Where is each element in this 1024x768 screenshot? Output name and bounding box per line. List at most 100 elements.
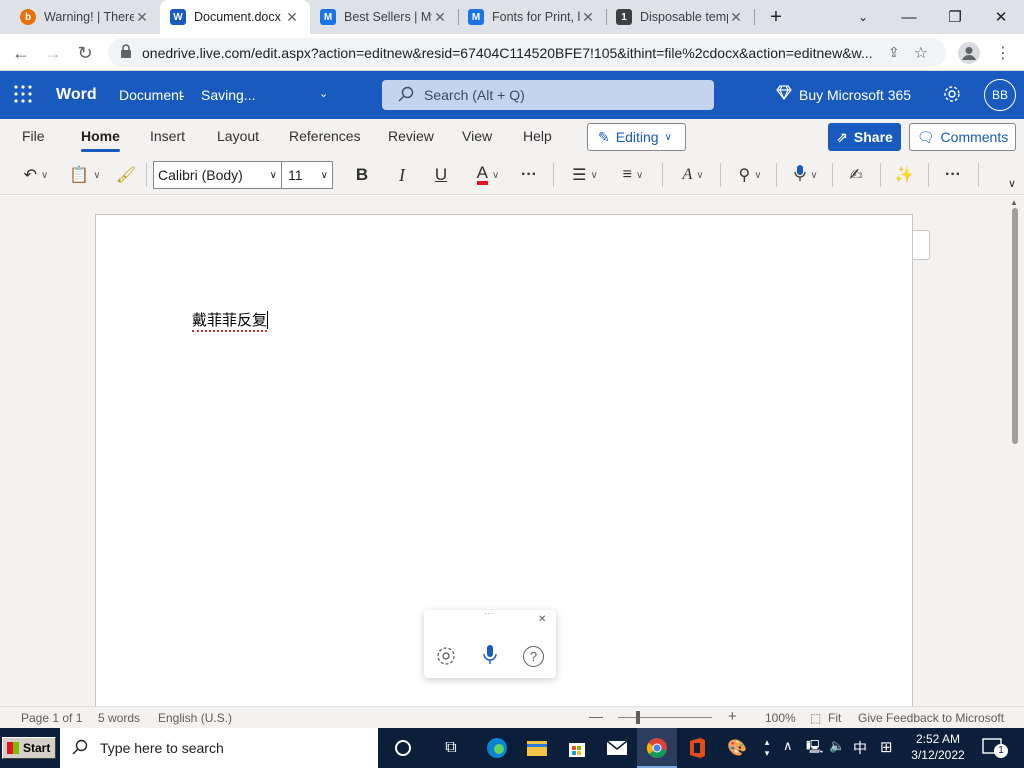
tab-file[interactable]: File [22, 128, 45, 144]
settings-gear-icon[interactable] [943, 85, 961, 106]
dictation-microphone-icon[interactable] [483, 644, 497, 669]
tab-home[interactable]: Home [81, 128, 120, 144]
show-hidden-icons-chevron-icon[interactable]: ∧ [783, 738, 793, 754]
minimize-button[interactable]: — [886, 0, 932, 34]
tab-close-icon[interactable]: ✕ [284, 9, 300, 26]
tab-layout[interactable]: Layout [217, 128, 259, 144]
more-commands-button[interactable]: ··· [940, 161, 966, 189]
title-chevron-down-icon[interactable]: ⌄ [319, 87, 328, 100]
clock[interactable]: 2:52 AM 3/12/2022 [905, 731, 971, 763]
drag-handle-icon[interactable]: ··· [484, 608, 494, 619]
tab-close-icon[interactable]: ✕ [728, 9, 744, 26]
ribbon-collapse-chevron-icon[interactable]: ∨ [1004, 169, 1020, 197]
zoom-out-button[interactable]: — [589, 708, 603, 724]
tab-close-icon[interactable]: ✕ [580, 9, 596, 26]
language-indicator[interactable]: English (U.S.) [158, 711, 232, 725]
paint-palette-icon[interactable]: 🎨 [725, 736, 749, 760]
tab-help[interactable]: Help [523, 128, 552, 144]
share-button[interactable]: ⇗ Share [828, 123, 901, 151]
volume-icon[interactable]: 🔈 [829, 738, 845, 754]
buy-microsoft-365-button[interactable]: Buy Microsoft 365 [799, 87, 911, 103]
format-painter-button[interactable]: 🖌 [114, 161, 138, 189]
fit-button[interactable]: Fit [828, 711, 841, 725]
word-count[interactable]: 5 words [98, 711, 140, 725]
help-question-icon[interactable]: ? [523, 646, 544, 667]
start-button[interactable]: Start [2, 737, 56, 759]
lock-icon[interactable] [120, 44, 132, 61]
office-icon[interactable] [685, 736, 709, 760]
ime-indicator[interactable]: 中 [853, 738, 867, 758]
new-tab-button[interactable]: + [758, 0, 794, 34]
comments-button[interactable]: 🗨 Comments [909, 123, 1016, 151]
close-window-button[interactable]: ✕ [978, 0, 1024, 34]
editing-mode-button[interactable]: ✎ Editing ∨ [587, 123, 686, 151]
scrollbar-thumb[interactable] [1012, 208, 1018, 444]
bold-button[interactable]: B [350, 161, 374, 189]
chrome-browser-icon[interactable] [645, 736, 669, 760]
browser-tab[interactable]: M Best Sellers | My ✕ [310, 0, 458, 34]
task-view-icon[interactable]: ⧉ [439, 736, 463, 760]
file-explorer-icon[interactable] [525, 736, 549, 760]
share-page-icon[interactable]: ⇪ [888, 44, 900, 61]
bookmark-star-icon[interactable]: ☆ [914, 43, 928, 63]
input-mode-icon[interactable]: ⊞ [880, 738, 893, 756]
feedback-link[interactable]: Give Feedback to Microsoft [858, 711, 1004, 725]
browser-tab-active[interactable]: W Document.docx ✕ [160, 0, 310, 34]
undo-button[interactable]: ↶ ∨ [16, 161, 56, 189]
font-size-select[interactable]: 11 ∨ [282, 161, 333, 189]
tab-close-icon[interactable]: ✕ [432, 9, 448, 26]
editor-button[interactable]: ✍ [844, 161, 868, 189]
italic-button[interactable]: I [390, 161, 414, 189]
cortana-circle-icon[interactable] [391, 736, 415, 760]
zoom-level[interactable]: 100% [765, 711, 796, 725]
scroll-up-arrow-icon[interactable]: ▲ [1010, 198, 1018, 207]
app-name[interactable]: Word [56, 86, 97, 104]
user-avatar[interactable]: BB [984, 79, 1016, 111]
tab-insert[interactable]: Insert [150, 128, 185, 144]
find-button[interactable]: ⚲ ∨ [732, 161, 768, 189]
designer-button[interactable]: ✨ [892, 161, 916, 189]
align-button[interactable]: ≡ ∨ [614, 161, 652, 189]
url-text[interactable]: onedrive.live.com/edit.aspx?action=editn… [142, 45, 882, 61]
dictation-settings-gear-icon[interactable] [436, 646, 456, 669]
tab-search-chevron-icon[interactable]: ⌄ [840, 0, 886, 34]
zoom-slider-thumb[interactable] [636, 711, 640, 724]
network-icon[interactable]: 🖳 [806, 738, 823, 760]
chrome-menu-icon[interactable]: ⋮ [990, 40, 1016, 66]
app-launcher-icon[interactable] [14, 85, 32, 106]
back-arrow-icon[interactable]: ← [8, 40, 34, 66]
reload-icon[interactable]: ↻ [72, 40, 98, 66]
mail-icon[interactable] [605, 736, 629, 760]
maximize-button[interactable]: ❐ [932, 0, 978, 34]
tab-close-icon[interactable]: ✕ [134, 9, 150, 26]
underline-button[interactable]: U [429, 161, 453, 189]
dictate-button[interactable]: ∨ [788, 161, 824, 189]
font-name-select[interactable]: Calibri (Body) ∨ [153, 161, 282, 189]
browser-tab[interactable]: 1 Disposable temp ✕ [606, 0, 754, 34]
zoom-in-button[interactable]: + [728, 708, 737, 725]
styles-button[interactable]: A ∨ [674, 161, 712, 189]
forward-arrow-icon[interactable]: → [40, 40, 66, 66]
tab-view[interactable]: View [462, 128, 492, 144]
edge-browser-icon[interactable] [485, 736, 509, 760]
search-input[interactable]: Search (Alt + Q) [382, 80, 714, 110]
document-title[interactable]: Document [119, 87, 183, 103]
notification-icon[interactable]: 1 [982, 738, 1008, 758]
paste-button[interactable]: 📋 ∨ [66, 161, 104, 189]
taskbar-scroll-chevron-icon[interactable]: ▴ ▾ [760, 736, 774, 760]
microsoft-store-icon[interactable] [565, 736, 589, 760]
more-font-options-button[interactable]: ··· [516, 161, 542, 189]
address-bar[interactable]: onedrive.live.com/edit.aspx?action=editn… [108, 38, 946, 67]
document-body-text[interactable]: 戴菲菲反复 [192, 311, 268, 332]
taskbar-search-input[interactable]: Type here to search [60, 728, 378, 768]
bullets-button[interactable]: ☰ ∨ [566, 161, 604, 189]
close-dictation-icon[interactable]: ✕ [538, 614, 546, 625]
profile-avatar-icon[interactable] [956, 40, 982, 66]
browser-tab[interactable]: b Warning! | There ✕ [10, 0, 160, 34]
browser-tab[interactable]: M Fonts for Print, l ✕ [458, 0, 606, 34]
fit-page-icon[interactable]: ⬚ [810, 711, 821, 725]
font-color-button[interactable]: A ∨ [468, 161, 508, 189]
tab-references[interactable]: References [289, 128, 361, 144]
tab-review[interactable]: Review [388, 128, 434, 144]
zoom-slider-track[interactable] [618, 717, 712, 718]
